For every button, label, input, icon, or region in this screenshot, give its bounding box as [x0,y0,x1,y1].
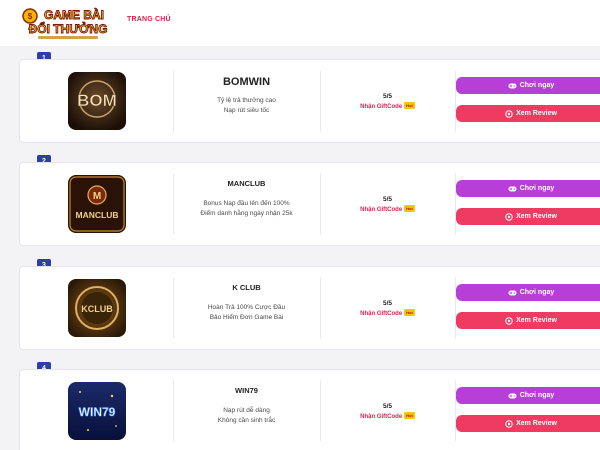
svg-text:M: M [93,191,101,202]
eye-icon [505,212,513,221]
giftcode-link[interactable]: Nhận GiftCode Hot [320,412,455,420]
game-card-bomwin: BOM BOMWIN Tỷ lệ trả thưởng cao Nạp rút … [19,59,600,143]
rating-score: 5/5 [382,300,393,307]
review-button[interactable]: Xem Review [456,312,600,329]
gamepad-icon [508,186,517,192]
review-button[interactable]: Xem Review [456,415,600,432]
game-name: MANCLUB [227,179,266,188]
svg-text:MANCLUB: MANCLUB [76,210,119,220]
site-header: $ GAME BÀI ĐỔI THƯỞNG TRANG CHỦ [0,0,600,46]
eye-icon [505,109,513,118]
hot-badge: Hot [404,309,415,316]
play-now-button[interactable]: Chơi ngay [456,180,600,197]
game-desc-line1: Bonus Nạp đầu lên đến 100% [203,200,290,207]
game-card-win79: WIN79 WIN79 Nạp rút dễ dàng Không cần si… [19,369,600,450]
svg-text:GAME BÀI: GAME BÀI [44,7,104,22]
play-now-button[interactable]: Chơi ngay [456,77,600,94]
svg-text:BOM: BOM [77,91,117,110]
gamepad-icon [508,290,517,296]
win79-logo[interactable]: WIN79 [68,382,126,440]
game-desc-line1: Hoàn Trả 100% Cược Đầu [207,304,286,311]
gamepad-icon [508,83,517,89]
svg-text:ĐỔI THƯỞNG: ĐỔI THƯỞNG [29,21,108,36]
rating-score: 5/5 [382,196,393,203]
kclub-logo[interactable]: KCLUB [68,279,126,337]
game-desc-line1: Nạp rút dễ dàng [223,407,270,414]
play-now-button[interactable]: Chơi ngay [456,387,600,404]
giftcode-link[interactable]: Nhận GiftCode Hot [320,102,455,110]
giftcode-link[interactable]: Nhận GiftCode Hot [320,205,455,213]
play-now-button[interactable]: Chơi ngay [456,284,600,301]
eye-icon [505,419,513,428]
svg-text:$: $ [28,12,33,21]
site-logo[interactable]: $ GAME BÀI ĐỔI THƯỞNG [20,4,116,42]
game-desc-line1: Tỷ lệ trả thưởng cao [217,97,276,104]
svg-text:WIN79: WIN79 [79,405,116,419]
eye-icon [505,316,513,325]
review-button[interactable]: Xem Review [456,208,600,225]
review-button[interactable]: Xem Review [456,105,600,122]
game-card-kclub: KCLUB K CLUB Hoàn Trả 100% Cược Đầu Bảo … [19,266,600,350]
game-desc-line2: Không cần sinh trắc [217,417,276,424]
game-card-manclub: M MANCLUB MANCLUB Bonus Nạp đầu lên đến … [19,162,600,246]
gamepad-icon [508,393,517,399]
svg-text:KCLUB: KCLUB [81,304,113,314]
game-name: K CLUB [232,283,261,292]
hot-badge: Hot [404,205,415,212]
game-desc-line2: Bảo Hiểm Đơn Game Bài [209,314,284,321]
game-name: BOMWIN [222,76,271,88]
manclub-logo[interactable]: M MANCLUB [68,175,126,233]
game-desc-line2: Nạp rút siêu tốc [223,107,270,114]
giftcode-link[interactable]: Nhận GiftCode Hot [320,309,455,317]
hot-badge: Hot [404,412,415,419]
bomwin-logo[interactable]: BOM [68,72,126,130]
game-name: WIN79 [235,386,258,395]
game-desc-line2: Điểm danh hằng ngày nhận 25k [200,210,293,217]
rating-score: 5/5 [382,93,393,100]
hot-badge: Hot [404,102,415,109]
nav-home-link[interactable]: TRANG CHỦ [127,16,171,23]
rating-score: 5/5 [382,403,393,410]
